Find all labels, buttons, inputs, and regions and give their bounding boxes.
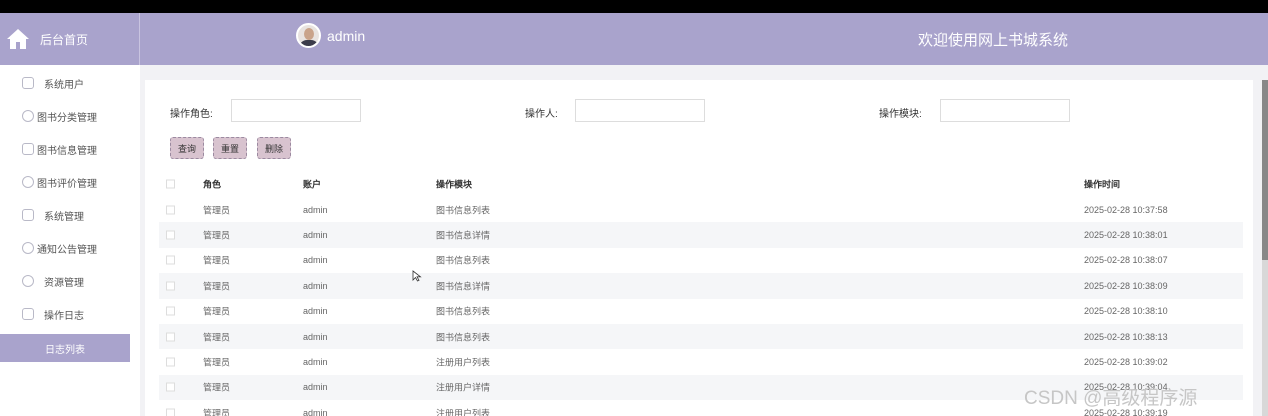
delete-button[interactable]: 删除 <box>257 137 291 159</box>
query-button[interactable]: 查询 <box>170 137 204 159</box>
mouse-cursor-icon <box>412 270 422 282</box>
username: admin <box>327 27 366 44</box>
sidebar-item-system-manage[interactable]: 系统管理 <box>0 201 140 229</box>
main-content: 操作角色: 操作人: 操作模块: 查询 重置 删除 角色 账户 操作模块 操作时… <box>145 80 1253 416</box>
header: 后台首页 admin 欢迎使用网上书城系统 <box>0 13 1268 65</box>
row-checkbox[interactable] <box>166 306 175 316</box>
sidebar-subitem-log-list[interactable]: 日志列表 <box>0 334 130 362</box>
role-filter-label: 操作角色: <box>170 109 213 120</box>
header-module: 操作模块 <box>436 179 473 190</box>
notice-icon <box>22 242 34 254</box>
table-header-row: 角色 账户 操作模块 操作时间 <box>159 171 1243 197</box>
sidebar-item-book-category[interactable]: 图书分类管理 <box>0 102 140 130</box>
avatar <box>296 23 321 48</box>
book-icon <box>22 143 34 155</box>
sidebar-item-book-info[interactable]: 图书信息管理 <box>0 135 140 163</box>
category-icon <box>22 110 34 122</box>
table-row[interactable]: 管理员 admin 图书信息列表 2025-02-28 10:38:10 <box>159 299 1243 324</box>
user-info[interactable]: admin <box>296 23 365 48</box>
operator-filter-label: 操作人: <box>525 109 558 120</box>
user-icon <box>22 77 34 89</box>
table-row[interactable]: 管理员 admin 图书信息列表 2025-02-28 10:37:58 <box>159 197 1243 222</box>
role-filter-input[interactable] <box>231 99 361 122</box>
operator-filter-input[interactable] <box>575 99 705 122</box>
home-icon <box>7 29 29 49</box>
row-checkbox[interactable] <box>166 382 175 392</box>
watermark: CSDN @高级程序源 <box>1024 388 1198 409</box>
comment-icon <box>22 176 34 188</box>
row-checkbox[interactable] <box>166 255 175 265</box>
row-checkbox[interactable] <box>166 332 175 342</box>
row-checkbox[interactable] <box>166 408 175 416</box>
settings-icon <box>22 209 34 221</box>
sidebar-item-book-review[interactable]: 图书评价管理 <box>0 168 140 196</box>
table-row[interactable]: 管理员 admin 图书信息列表 2025-02-28 10:38:13 <box>159 323 1243 350</box>
table-row[interactable]: 管理员 admin 图书信息详情 2025-02-28 10:38:01 <box>159 222 1243 248</box>
scrollbar-thumb[interactable] <box>1262 80 1268 260</box>
sidebar-item-operation-log[interactable]: 操作日志 <box>0 300 140 328</box>
home-link[interactable]: 后台首页 <box>0 13 140 65</box>
sidebar-item-resource[interactable]: 资源管理 <box>0 267 140 295</box>
row-checkbox[interactable] <box>166 205 175 215</box>
row-checkbox[interactable] <box>166 281 175 291</box>
table-row[interactable]: 管理员 admin 图书信息详情 2025-02-28 10:38:09 <box>159 273 1243 299</box>
row-checkbox[interactable] <box>166 357 175 367</box>
table-row[interactable]: 管理员 admin 图书信息列表 2025-02-28 10:38:07 <box>159 248 1243 273</box>
sidebar: 系统用户 图书分类管理 图书信息管理 图书评价管理 系统管理 通知公告管理 资源… <box>0 65 140 416</box>
sidebar-item-system-users[interactable]: 系统用户 <box>0 69 140 97</box>
welcome-title: 欢迎使用网上书城系统 <box>918 32 1069 49</box>
home-label: 后台首页 <box>40 32 89 47</box>
reset-button[interactable]: 重置 <box>213 137 247 159</box>
table-row[interactable]: 管理员 admin 注册用户列表 2025-02-28 10:39:02 <box>159 349 1243 374</box>
vertical-scrollbar[interactable] <box>1262 80 1268 416</box>
module-filter-input[interactable] <box>940 99 1070 122</box>
resource-icon <box>22 275 34 287</box>
header-role: 角色 <box>203 179 222 190</box>
row-checkbox[interactable] <box>166 230 175 240</box>
module-filter-label: 操作模块: <box>879 109 922 120</box>
log-icon <box>22 308 34 320</box>
header-account: 账户 <box>303 179 322 190</box>
header-time: 操作时间 <box>1084 179 1121 190</box>
log-table: 角色 账户 操作模块 操作时间 管理员 admin 图书信息列表 2025-02… <box>159 171 1243 416</box>
select-all-checkbox[interactable] <box>166 179 175 189</box>
sidebar-item-notice[interactable]: 通知公告管理 <box>0 234 140 262</box>
top-black-bar <box>0 0 1268 13</box>
